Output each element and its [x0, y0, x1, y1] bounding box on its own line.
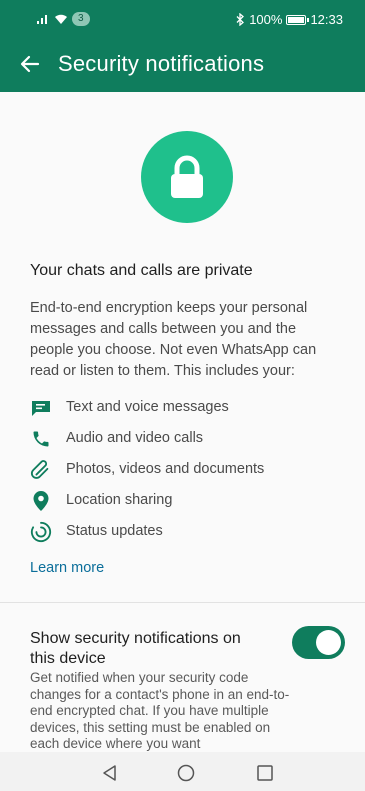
section-divider — [0, 602, 365, 603]
learn-more-link[interactable]: Learn more — [30, 560, 104, 576]
toggle-knob — [316, 630, 341, 655]
lock-illustration — [141, 131, 233, 223]
security-notifications-toggle[interactable] — [292, 626, 345, 659]
feature-item: Audio and video calls — [30, 427, 203, 451]
phone-icon — [30, 428, 52, 450]
home-circle-icon[interactable] — [177, 764, 195, 782]
feature-label: Status updates — [66, 523, 163, 539]
clock: 12:33 — [310, 12, 343, 27]
recents-square-icon[interactable] — [256, 764, 274, 782]
battery-percent: 100% — [249, 12, 283, 27]
notification-badge: 3 — [72, 12, 90, 26]
feature-label: Location sharing — [66, 492, 173, 508]
signal-icon — [37, 15, 47, 24]
feature-label: Text and voice messages — [66, 399, 229, 415]
lock-icon — [171, 155, 203, 198]
location-pin-icon — [30, 490, 52, 512]
status-bar: 3 100% 12:33 — [0, 0, 365, 38]
status-left: 3 — [36, 12, 90, 26]
back-triangle-icon[interactable] — [101, 764, 119, 782]
privacy-title: Your chats and calls are private — [30, 262, 253, 279]
back-arrow-icon[interactable] — [18, 52, 42, 76]
message-icon — [30, 397, 52, 419]
feature-item: Location sharing — [30, 489, 172, 513]
feature-label: Audio and video calls — [66, 430, 204, 446]
setting-title: Show security notifications on this devi… — [30, 630, 241, 667]
feature-item: Text and voice messages — [30, 396, 229, 420]
navigation-bar — [0, 752, 365, 791]
battery-icon — [286, 14, 310, 25]
app-header: 3 100% 12:33 Security notifications — [0, 0, 365, 92]
status-icon — [30, 521, 52, 543]
status-right: 100% 12:33 — [236, 12, 343, 27]
feature-item: Photos, videos and documents — [30, 458, 264, 482]
bluetooth-icon — [236, 13, 245, 26]
page-title: Security notifications — [58, 51, 265, 76]
privacy-description: End-to-end encryption keeps your persona… — [30, 300, 317, 379]
feature-item: Status updates — [30, 520, 163, 544]
paperclip-icon — [30, 459, 52, 481]
feature-label: Photos, videos and documents — [66, 461, 265, 477]
wifi-icon — [55, 14, 67, 24]
setting-description: Get notified when your security code cha… — [30, 670, 290, 751]
